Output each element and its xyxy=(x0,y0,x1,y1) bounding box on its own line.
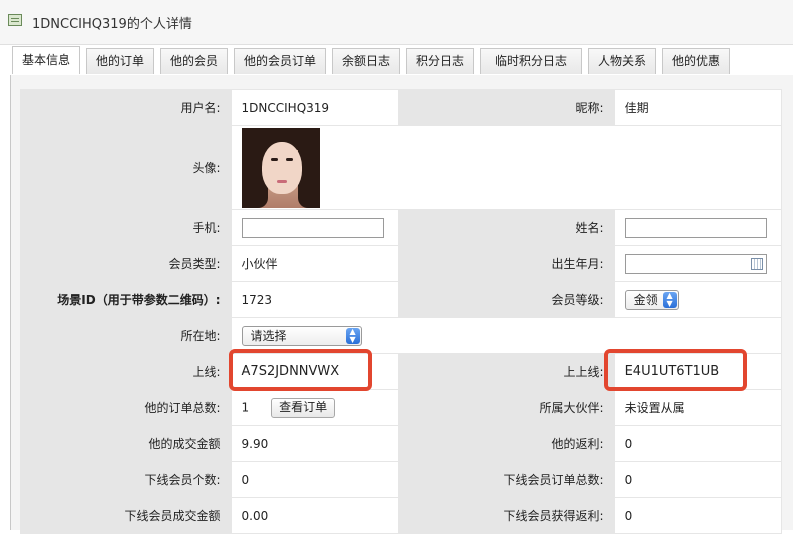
table-row: 他的订单总数: 1 查看订单 所属大伙伴: 未设置从属 xyxy=(20,389,783,426)
downline-rebate-value: 0 xyxy=(613,497,783,534)
nickname-label: 昵称: xyxy=(397,89,615,126)
tab-basic-info[interactable]: 基本信息 xyxy=(12,46,80,74)
username-value: 1DNCCIHQ319 xyxy=(230,89,399,126)
table-row: 场景ID（用于带参数二维码）: 1723 会员等级: 金领 ▲ ▼ xyxy=(20,281,783,318)
table-row: 下线会员个数: 0 下线会员订单总数: 0 xyxy=(20,461,783,498)
birth-label: 出生年月: xyxy=(397,245,615,282)
view-orders-button[interactable]: 查看订单 xyxy=(271,397,336,418)
tab-points-log[interactable]: 积分日志 xyxy=(406,48,474,74)
scene-id-value: 1723 xyxy=(230,281,399,318)
partner-value: 未设置从属 xyxy=(613,389,783,426)
member-level-value: 金领 xyxy=(633,292,658,307)
table-row: 他的成交金额 9.90 他的返利: 0 xyxy=(20,425,783,462)
location-select[interactable]: 请选择 ▲ ▼ xyxy=(241,325,362,346)
avatar-mouth xyxy=(276,179,287,183)
upline-label: 上线: xyxy=(20,353,232,390)
name-cell xyxy=(613,209,783,246)
avatar-label: 头像: xyxy=(20,125,232,210)
title-bar: 1DNCCIHQ319的个人详情 xyxy=(0,0,793,45)
tab-bar: 基本信息 他的订单 他的会员 他的会员订单 余额日志 积分日志 临时积分日志 人… xyxy=(10,46,793,76)
tab-relations[interactable]: 人物关系 xyxy=(588,48,656,74)
tab-member-orders[interactable]: 他的会员订单 xyxy=(234,48,326,74)
tab-his-coupons[interactable]: 他的优惠 xyxy=(662,48,730,74)
name-input[interactable] xyxy=(624,217,767,238)
rebate-value: 0 xyxy=(613,425,783,462)
select-arrows-icon: ▲ ▼ xyxy=(662,291,677,308)
avatar-eye xyxy=(270,157,278,161)
partner-label: 所属大伙伴: xyxy=(397,389,615,426)
table-row: 会员类型: 小伙伴 出生年月: xyxy=(20,245,783,282)
username-label: 用户名: xyxy=(20,89,232,126)
downline-orders-value: 0 xyxy=(613,461,783,498)
downline-deal-value: 0.00 xyxy=(230,497,399,534)
deal-amount-label: 他的成交金额 xyxy=(20,425,232,462)
birth-date-input[interactable] xyxy=(624,253,767,274)
select-arrows-icon: ▲ ▼ xyxy=(345,327,360,344)
phone-label: 手机: xyxy=(20,209,232,246)
upupline-highlight-box xyxy=(604,349,747,391)
tab-his-orders[interactable]: 他的订单 xyxy=(86,48,154,74)
location-value: 请选择 xyxy=(250,328,287,343)
order-count-cell: 1 查看订单 xyxy=(230,389,399,426)
table-row: 头像: xyxy=(20,125,783,210)
rebate-label: 他的返利: xyxy=(397,425,615,462)
avatar-cell xyxy=(230,125,783,210)
location-label: 所在地: xyxy=(20,317,232,354)
window-icon xyxy=(8,14,22,26)
phone-input[interactable] xyxy=(241,217,384,238)
birth-cell xyxy=(613,245,783,282)
member-type-value: 小伙伴 xyxy=(230,245,399,282)
upupline-label: 上上线: xyxy=(397,353,615,390)
page-title: 1DNCCIHQ319的个人详情 xyxy=(32,17,192,32)
downline-count-label: 下线会员个数: xyxy=(20,461,232,498)
member-level-label: 会员等级: xyxy=(397,281,615,318)
name-label: 姓名: xyxy=(397,209,615,246)
member-level-cell: 金领 ▲ ▼ xyxy=(613,281,783,318)
tab-balance-log[interactable]: 余额日志 xyxy=(332,48,400,74)
downline-orders-label: 下线会员订单总数: xyxy=(397,461,615,498)
upline-highlight-box xyxy=(229,349,372,391)
member-type-label: 会员类型: xyxy=(20,245,232,282)
phone-cell xyxy=(230,209,399,246)
member-level-select[interactable]: 金领 ▲ ▼ xyxy=(624,289,679,310)
avatar xyxy=(241,127,320,208)
order-count-value: 1 xyxy=(241,400,250,414)
tab-temp-points-log[interactable]: 临时积分日志 xyxy=(480,48,582,74)
downline-deal-label: 下线会员成交金额 xyxy=(20,497,232,534)
table-row: 下线会员成交金额 0.00 下线会员获得返利: 0 xyxy=(20,497,783,534)
table-row: 手机: 姓名: xyxy=(20,209,783,246)
order-count-label: 他的订单总数: xyxy=(20,389,232,426)
avatar-eye xyxy=(285,157,293,161)
table-row: 用户名: 1DNCCIHQ319 昵称: 佳期 xyxy=(20,89,783,126)
avatar-face xyxy=(261,141,302,194)
downline-rebate-label: 下线会员获得返利: xyxy=(397,497,615,534)
calendar-icon[interactable] xyxy=(750,257,763,270)
tab-his-members[interactable]: 他的会员 xyxy=(160,48,228,74)
member-info-table: 用户名: 1DNCCIHQ319 昵称: 佳期 头像: 手机: 姓名: 会员类型… xyxy=(20,89,783,534)
scene-id-label: 场景ID（用于带参数二维码）: xyxy=(20,281,232,318)
tab-panel: 用户名: 1DNCCIHQ319 昵称: 佳期 头像: 手机: 姓名: 会员类型… xyxy=(10,75,793,534)
deal-amount-value: 9.90 xyxy=(230,425,399,462)
downline-count-value: 0 xyxy=(230,461,399,498)
nickname-value: 佳期 xyxy=(613,89,783,126)
